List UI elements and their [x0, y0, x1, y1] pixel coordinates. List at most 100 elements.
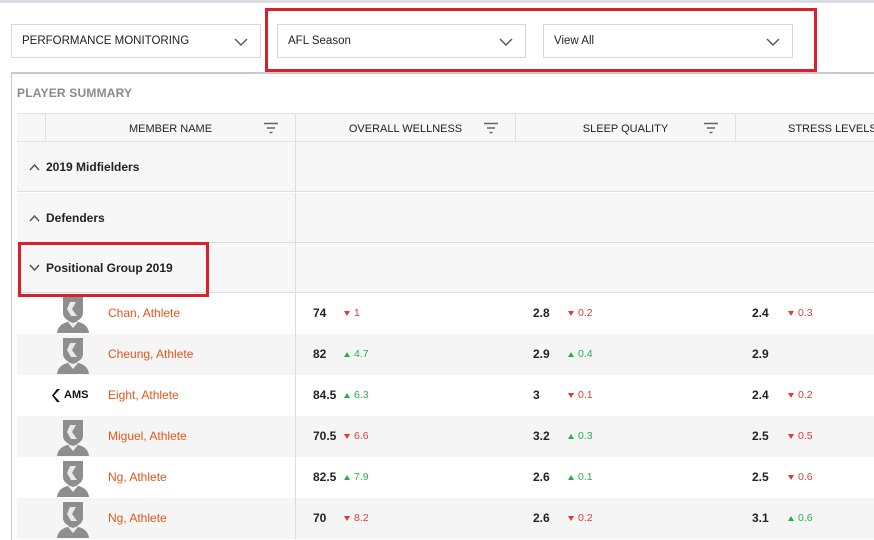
sleep-delta: 0.2 [568, 307, 593, 319]
sleep-delta-value: 0.2 [578, 307, 593, 319]
filter-icon[interactable] [263, 122, 279, 134]
wellness-delta-value: 7.9 [354, 471, 369, 483]
table-row[interactable]: Ng, Athlete 82.5 7.9 2.6 0.1 2.5 0.6 [17, 457, 874, 498]
sleep-delta-value: 0.1 [578, 389, 593, 401]
header-spacer [17, 114, 46, 143]
trend-down-icon [344, 515, 350, 521]
module-select-value: PERFORMANCE MONITORING [22, 35, 190, 47]
trend-up-icon [344, 474, 350, 480]
trend-down-icon [568, 392, 574, 398]
sleep-value: 3.2 [533, 429, 550, 443]
column-overall-wellness[interactable]: OVERALL WELLNESS [296, 114, 516, 143]
table-row[interactable]: Cheung, Athlete 82 4.7 2.9 0.4 2.9 [17, 334, 874, 375]
sleep-delta: 0.2 [568, 512, 593, 524]
table-row[interactable]: AMS Eight, Athlete 84.5 6.3 3 0.1 2.4 0.2 [17, 375, 874, 416]
wellness-value: 82 [313, 347, 327, 361]
stress-delta-value: 0.6 [798, 471, 813, 483]
table-row[interactable]: Chan, Athlete 74 1 2.8 0.2 2.4 0.3 [17, 293, 874, 334]
wellness-delta-value: 1 [354, 307, 360, 319]
table-row[interactable]: Miguel, Athlete 70.5 6.6 3.2 0.3 2.5 0.5 [17, 416, 874, 457]
trend-down-icon [788, 392, 794, 398]
column-member-name[interactable]: MEMBER NAME [46, 114, 296, 143]
sleep-value: 2.6 [533, 511, 550, 525]
group-label: Defenders [46, 211, 105, 225]
ams-logo-icon: AMS [52, 388, 88, 402]
stress-delta: 0.5 [788, 430, 813, 442]
column-sleep-quality[interactable]: SLEEP QUALITY [516, 114, 736, 143]
athlete-name-link[interactable]: Ng, Athlete [108, 470, 167, 484]
column-overall-wellness-label: OVERALL WELLNESS [348, 122, 463, 135]
panel-left-border [11, 72, 12, 540]
stress-delta-value: 0.6 [798, 512, 813, 524]
sleep-delta-value: 0.1 [578, 471, 593, 483]
wellness-delta-value: 4.7 [354, 348, 369, 360]
trend-down-icon [788, 433, 794, 439]
ams-logo-text: AMS [64, 389, 89, 401]
filter-icon[interactable] [483, 122, 499, 134]
group-row[interactable]: Defenders [17, 193, 874, 243]
wellness-delta-value: 8.2 [354, 512, 369, 524]
column-divider [295, 293, 296, 334]
trend-down-icon [344, 433, 350, 439]
stress-delta-value: 0.3 [798, 307, 813, 319]
trend-down-icon [568, 310, 574, 316]
highlight-box-group [18, 242, 209, 297]
wellness-value: 84.5 [313, 388, 337, 402]
avatar-icon [55, 459, 91, 497]
wellness-delta: 8.2 [344, 512, 369, 524]
column-stress-levels[interactable]: STRESS LEVELS [736, 114, 874, 143]
player-summary-grid: MEMBER NAME OVERALL WELLNESS SLEEP QUALI… [17, 113, 874, 540]
stress-value: 3.1 [752, 511, 769, 525]
top-border [0, 0, 874, 3]
wellness-delta: 1 [344, 307, 360, 319]
wellness-delta-value: 6.3 [354, 389, 369, 401]
wellness-value: 82.5 [313, 470, 337, 484]
table-row[interactable]: Ng, Athlete 70 8.2 2.6 0.2 3.1 0.6 [17, 498, 874, 539]
stress-delta: 0.2 [788, 389, 813, 401]
trend-up-icon [788, 515, 794, 521]
filter-icon[interactable] [703, 122, 719, 134]
trend-up-icon [568, 351, 574, 357]
wellness-delta: 6.6 [344, 430, 369, 442]
column-divider [295, 334, 296, 375]
sleep-delta: 0.4 [568, 348, 593, 360]
athlete-name-link[interactable]: Cheung, Athlete [108, 347, 193, 361]
trend-up-icon [344, 392, 350, 398]
stress-value: 2.4 [752, 306, 769, 320]
athlete-name-link[interactable]: Miguel, Athlete [108, 429, 187, 443]
sleep-value: 3 [533, 388, 540, 402]
column-divider [295, 375, 296, 416]
avatar-icon [55, 336, 91, 374]
sleep-delta: 0.1 [568, 471, 593, 483]
stress-value: 2.4 [752, 388, 769, 402]
module-select[interactable]: PERFORMANCE MONITORING [11, 24, 261, 58]
athlete-name-link[interactable]: Eight, Athlete [108, 388, 179, 402]
athlete-name-link[interactable]: Ng, Athlete [108, 511, 167, 525]
stress-delta: 0.6 [788, 471, 813, 483]
column-sleep-quality-label: SLEEP QUALITY [582, 122, 669, 135]
stress-value: 2.5 [752, 429, 769, 443]
chevron-up-icon[interactable] [29, 214, 40, 222]
sleep-delta-value: 0.4 [578, 348, 593, 360]
stress-delta: 0.6 [788, 512, 813, 524]
section-title: PLAYER SUMMARY [17, 86, 133, 100]
avatar-icon [55, 500, 91, 538]
wellness-value: 70.5 [313, 429, 337, 443]
group-row[interactable]: 2019 Midfielders [17, 142, 874, 192]
column-member-name-label: MEMBER NAME [128, 122, 213, 135]
trend-down-icon [568, 515, 574, 521]
athlete-name-link[interactable]: Chan, Athlete [108, 306, 180, 320]
avatar-icon [55, 295, 91, 333]
stress-value: 2.9 [752, 347, 769, 361]
chevron-down-icon [234, 38, 248, 46]
trend-down-icon [788, 310, 794, 316]
trend-down-icon [344, 310, 350, 316]
sleep-value: 2.8 [533, 306, 550, 320]
column-stress-levels-label: STRESS LEVELS [788, 122, 874, 135]
wellness-value: 74 [313, 306, 327, 320]
trend-down-icon [788, 474, 794, 480]
column-divider [295, 457, 296, 498]
sleep-delta-value: 0.2 [578, 512, 593, 524]
chevron-up-icon[interactable] [29, 163, 40, 171]
stress-value: 2.5 [752, 470, 769, 484]
